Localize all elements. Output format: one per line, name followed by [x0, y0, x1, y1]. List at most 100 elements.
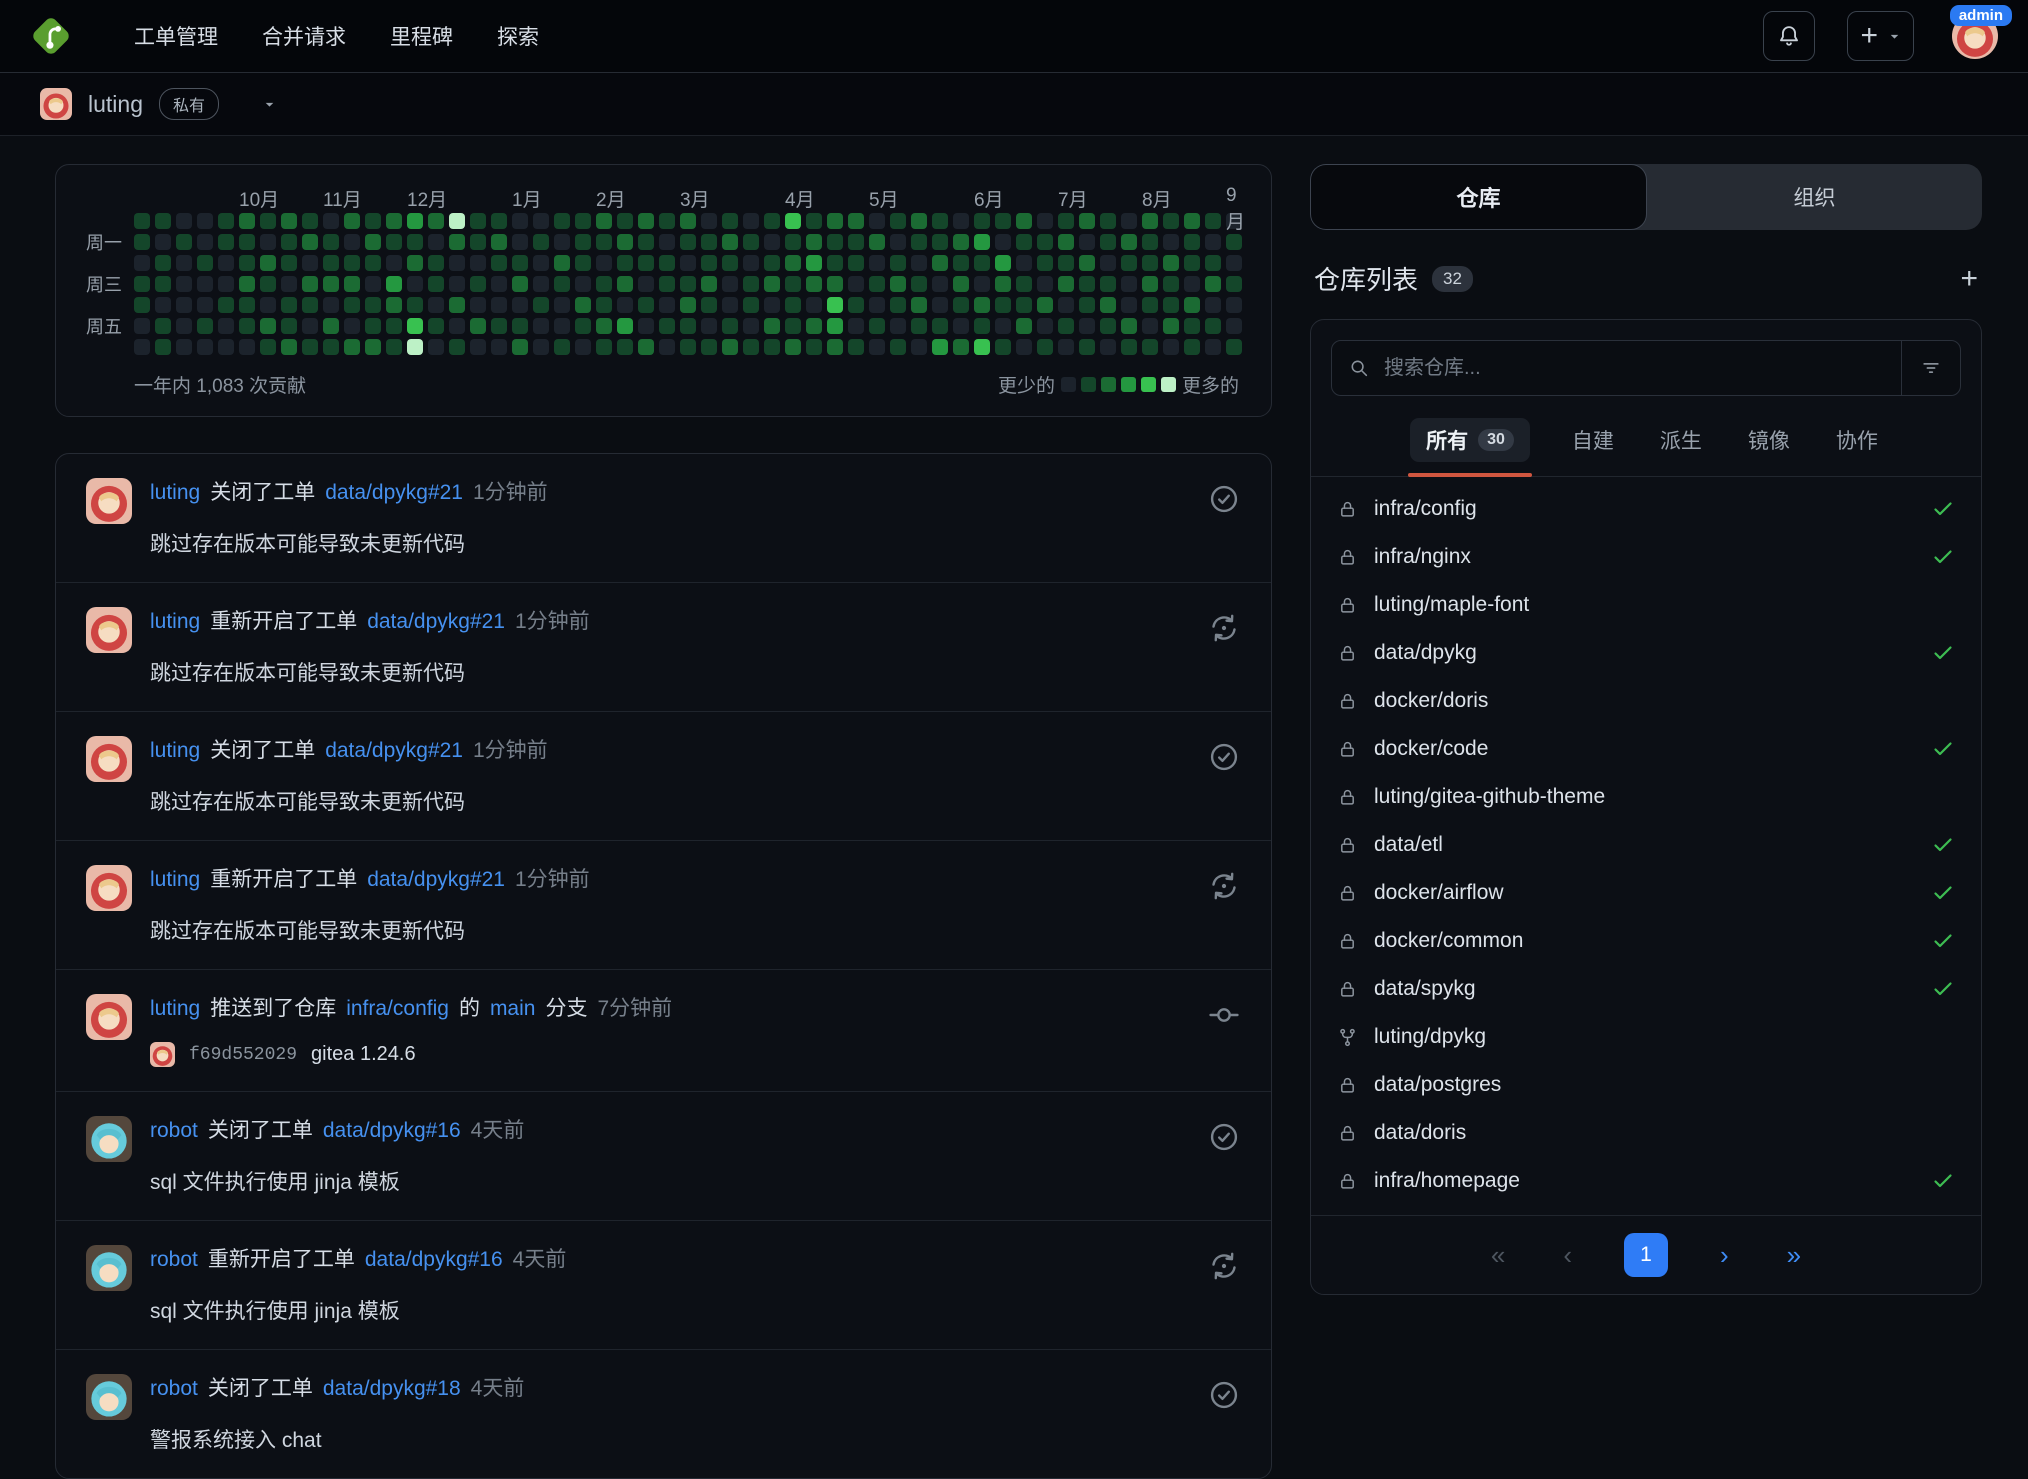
avatar[interactable] [86, 865, 132, 911]
repo-search-input[interactable] [1382, 356, 1901, 381]
activity-column: 10月11月12月1月2月3月4月5月6月7月8月9月 周一周三周五 一年内 1… [55, 164, 1272, 1479]
repo-filter-label: 镜像 [1748, 425, 1790, 455]
avatar[interactable] [86, 1245, 132, 1291]
gitea-logo-icon[interactable] [30, 15, 72, 57]
feed-link[interactable]: robot [150, 1245, 198, 1275]
repo-row[interactable]: luting/gitea-github-theme [1311, 773, 1981, 821]
heatmap-cell [617, 255, 633, 271]
repo-filter-collaborative[interactable]: 协作 [1832, 418, 1882, 462]
heatmap-cell [302, 297, 318, 313]
repo-row[interactable]: infra/homepage [1311, 1157, 1981, 1205]
heatmap-cell [512, 276, 528, 292]
feed-entry-headline: luting推送到了仓库infra/config的main分支7分钟前 [150, 994, 1207, 1024]
repo-row[interactable]: docker/airflow [1311, 869, 1981, 917]
repo-filter-sources[interactable]: 自建 [1568, 418, 1618, 462]
repo-filter-mirrors[interactable]: 镜像 [1744, 418, 1794, 462]
heatmap-cell [701, 297, 717, 313]
feed-link[interactable]: luting [150, 478, 200, 508]
repo-row[interactable]: data/etl [1311, 821, 1981, 869]
feed-link[interactable]: data/dpykg#21 [367, 865, 505, 895]
repo-row[interactable]: docker/doris [1311, 677, 1981, 725]
feed-link[interactable]: luting [150, 736, 200, 766]
repo-name: luting/maple-font [1374, 593, 1955, 617]
repo-row[interactable]: data/postgres [1311, 1061, 1981, 1109]
repo-filter-forks[interactable]: 派生 [1656, 418, 1706, 462]
avatar[interactable] [86, 994, 132, 1040]
commit-hash-link[interactable]: f69d552029 [189, 1045, 297, 1065]
repo-row[interactable]: infra/nginx [1311, 533, 1981, 581]
heatmap-cell [155, 234, 171, 250]
feed-link[interactable]: data/dpykg#21 [367, 607, 505, 637]
heatmap-cell [722, 213, 738, 229]
nav-item-merge-requests[interactable]: 合并请求 [240, 11, 368, 61]
heatmap-cell [176, 297, 192, 313]
heatmap-cell [827, 276, 843, 292]
repo-filter-all[interactable]: 所有30 [1410, 418, 1530, 462]
feed-link[interactable]: infra/config [346, 994, 449, 1024]
feed-link[interactable]: data/dpykg#21 [325, 478, 463, 508]
add-repo-button[interactable]: + [1960, 264, 1978, 294]
feed-entry: robot关闭了工单data/dpykg#164天前sql 文件执行使用 jin… [56, 1091, 1271, 1220]
pagination-last-page[interactable]: » [1781, 1239, 1807, 1272]
heatmap-month-label: 5月 [869, 185, 899, 212]
repo-row[interactable]: luting/dpykg [1311, 1013, 1981, 1061]
notifications-button[interactable] [1763, 11, 1815, 61]
heatmap-cell [428, 339, 444, 355]
nav-item-explore[interactable]: 探索 [475, 11, 561, 61]
heatmap-cell [575, 255, 591, 271]
repo-row[interactable]: data/spykg [1311, 965, 1981, 1013]
repo-row[interactable]: data/doris [1311, 1109, 1981, 1157]
feed-timestamp: 1分钟前 [515, 865, 590, 895]
avatar[interactable] [86, 1374, 132, 1420]
repo-row[interactable]: infra/config [1311, 485, 1981, 533]
avatar[interactable] [86, 736, 132, 782]
repo-row[interactable]: docker/code [1311, 725, 1981, 773]
heatmap-cell [239, 255, 255, 271]
issue-closed-icon [1207, 1120, 1241, 1154]
feed-link[interactable]: data/dpykg#21 [325, 736, 463, 766]
tab-organizations[interactable]: 组织 [1647, 164, 1982, 230]
heatmap-cell [659, 339, 675, 355]
chevron-down-icon[interactable] [263, 98, 276, 111]
feed-link[interactable]: data/dpykg#16 [365, 1245, 503, 1275]
heatmap-cell [1205, 297, 1221, 313]
heatmap-cell [218, 297, 234, 313]
heatmap-cell [449, 234, 465, 250]
avatar[interactable] [86, 1116, 132, 1162]
username-link[interactable]: luting [88, 91, 143, 118]
avatar[interactable] [86, 607, 132, 653]
repo-filter-button[interactable] [1901, 341, 1960, 395]
tab-repositories[interactable]: 仓库 [1310, 164, 1647, 230]
heatmap-cell [197, 276, 213, 292]
feed-link[interactable]: robot [150, 1116, 198, 1146]
feed-link[interactable]: luting [150, 865, 200, 895]
legend-swatch [1121, 377, 1136, 392]
avatar[interactable] [40, 88, 72, 120]
nav-item-milestones[interactable]: 里程碑 [368, 11, 475, 61]
nav-item-issues[interactable]: 工单管理 [112, 11, 240, 61]
avatar[interactable] [86, 478, 132, 524]
feed-link[interactable]: data/dpykg#18 [323, 1374, 461, 1404]
create-new-button[interactable]: + [1847, 11, 1914, 61]
pagination-page-1[interactable]: 1 [1624, 1233, 1668, 1277]
feed-link[interactable]: data/dpykg#16 [323, 1116, 461, 1146]
heatmap-cell [1163, 339, 1179, 355]
heatmap-cell [491, 234, 507, 250]
heatmap-cell [953, 234, 969, 250]
pagination-next-page[interactable]: › [1714, 1239, 1735, 1272]
heatmap-cell [491, 339, 507, 355]
feed-link[interactable]: robot [150, 1374, 198, 1404]
user-menu[interactable]: admin [1952, 13, 1998, 59]
fork-icon [1337, 1027, 1358, 1048]
repo-row[interactable]: luting/maple-font [1311, 581, 1981, 629]
repo-row[interactable]: docker/common [1311, 917, 1981, 965]
feed-entry-headline: luting关闭了工单data/dpykg#211分钟前 [150, 478, 1207, 508]
heatmap-cell [1142, 234, 1158, 250]
repo-row[interactable]: data/dpykg [1311, 629, 1981, 677]
feed-link[interactable]: luting [150, 994, 200, 1024]
feed-entry: luting推送到了仓库infra/config的main分支7分钟前 f69d5… [56, 969, 1271, 1091]
feed-link[interactable]: main [490, 994, 536, 1024]
feed-entry-body: 跳过存在版本可能导致未更新代码 [150, 786, 1207, 816]
feed-link[interactable]: luting [150, 607, 200, 637]
heatmap-cell [1058, 213, 1074, 229]
